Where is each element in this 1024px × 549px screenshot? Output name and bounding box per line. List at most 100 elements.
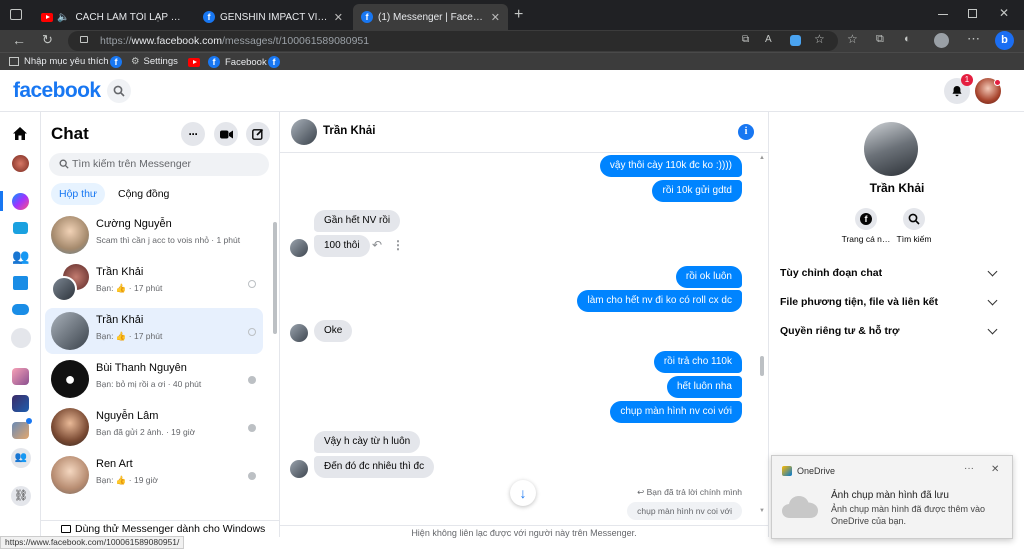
status-bar-url: https://www.facebook.com/100061589080951… <box>0 536 185 549</box>
bing-icon[interactable]: b <box>995 31 1014 50</box>
search-in-conversation-action[interactable]: Tìm kiếm <box>889 208 939 244</box>
close-icon[interactable]: ✕ <box>991 464 999 475</box>
new-tab-button[interactable]: + <box>514 6 523 24</box>
shortcut-3-icon[interactable] <box>12 422 29 439</box>
window-menu-icon[interactable] <box>10 9 22 20</box>
thread-scrollbar[interactable] <box>760 356 764 376</box>
onedrive-notification[interactable]: OneDrive ··· ✕ Ảnh chụp màn hình đã lưu … <box>771 455 1013 539</box>
chevron-down-icon[interactable] <box>987 266 998 277</box>
info-icon[interactable]: i <box>738 124 754 140</box>
message-bubble-incoming[interactable]: Đến đó đc nhiêu thì đc <box>314 456 435 478</box>
section-privacy-support[interactable]: Quyền riêng tư & hỗ trợ <box>780 325 900 337</box>
groups-icon[interactable]: 👥 <box>11 448 31 468</box>
messenger-icon[interactable] <box>12 193 29 210</box>
gaming-icon[interactable] <box>12 304 29 315</box>
conversation-item[interactable]: Ren Art Bạn: 👍 · 19 giờ <box>45 452 263 498</box>
collections-icon[interactable]: ⧉ <box>876 33 884 46</box>
address-bar[interactable]: https://www.facebook.com/messages/t/1000… <box>68 31 838 51</box>
scroll-to-bottom-button[interactable]: ↓ <box>510 480 536 506</box>
profile-avatar-icon[interactable] <box>934 33 949 48</box>
shortcut-3-dot <box>26 418 32 424</box>
messenger-windows-promo[interactable]: Dùng thử Messenger dành cho Windows <box>41 520 279 537</box>
menu-grid-icon[interactable] <box>11 328 31 348</box>
conversation-item-selected[interactable]: Trần Khải Bạn: 👍 · 17 phút <box>45 308 263 354</box>
conversation-item[interactable]: ● Bùi Thanh Nguyên Bạn: bỏ mị rồi a ơi ·… <box>45 356 263 402</box>
conversation-name: Nguyễn Lâm <box>96 410 159 422</box>
reply-quote-bubble[interactable]: chụp màn hình nv coi với <box>627 502 742 520</box>
message-bubble-incoming[interactable]: Oke <box>314 320 353 342</box>
section-media-files[interactable]: File phương tiện, file và liên kết <box>780 296 938 308</box>
chat-options-button[interactable]: ··· <box>181 122 205 146</box>
speaker-muted-icon[interactable]: 🔈 <box>57 12 69 23</box>
more-vertical-icon[interactable]: ⋮ <box>392 238 404 252</box>
extension-icon[interactable] <box>790 35 801 46</box>
conversation-preview: Bạn đã gửi 2 ảnh. · 19 giờ <box>96 427 196 437</box>
tab-community[interactable]: Cộng đồng <box>111 183 176 205</box>
watch-icon[interactable] <box>13 222 28 234</box>
shortcut-1-icon[interactable] <box>12 368 29 385</box>
import-icon <box>9 57 19 66</box>
message-bubble-outgoing[interactable]: vậy thôi cày 110k đc ko :)))) <box>599 155 742 177</box>
profile-picture[interactable] <box>864 122 918 176</box>
messenger-search-input[interactable]: Tìm kiếm trên Messenger <box>49 153 269 176</box>
conversation-preview: Scam thì cần j acc to vois nhỏ · 1 phút <box>96 235 241 245</box>
extensions-icon[interactable]: ◐ <box>904 33 911 45</box>
tab-genshin[interactable]: f GENSHIN IMPACT VIỆT NAM TRA… ✕ <box>195 4 351 30</box>
chevron-down-icon[interactable] <box>987 324 998 335</box>
shortcut-2-icon[interactable] <box>12 395 29 412</box>
message-bubble-outgoing[interactable]: rồi 10k gửi gdtd <box>652 180 742 202</box>
message-bubble-incoming[interactable]: Vậy h cày từ h luôn <box>314 431 421 453</box>
conversation-item[interactable]: Nguyễn Lâm Bạn đã gửi 2 ảnh. · 19 giờ <box>45 404 263 450</box>
marketplace-icon[interactable] <box>13 276 28 290</box>
favorites-icon[interactable]: ☆ <box>847 32 858 46</box>
home-icon[interactable] <box>12 126 28 141</box>
link-icon[interactable]: ⛓ <box>11 486 31 506</box>
reload-icon[interactable]: ↻ <box>42 32 53 48</box>
bookmark-facebook-1[interactable]: f <box>110 56 127 68</box>
message-bubble-outgoing[interactable]: hết luôn nha <box>666 376 742 398</box>
conversation-item[interactable]: Trần Khải Bạn: 👍 · 17 phút <box>45 260 263 306</box>
facebook-icon: f <box>208 56 220 68</box>
message-bubble-outgoing[interactable]: rồi ok luôn <box>675 266 742 288</box>
compose-message-button[interactable] <box>246 122 270 146</box>
open-in-app-icon[interactable]: ⧉ <box>742 34 749 45</box>
bookmark-facebook-2[interactable]: f Facebook <box>208 56 267 68</box>
close-window-button[interactable]: ✕ <box>999 6 1009 20</box>
back-arrow-icon[interactable]: ← <box>12 32 26 48</box>
profile-action[interactable]: f Trang cá n… <box>841 208 891 244</box>
search-button[interactable] <box>107 79 131 103</box>
close-tab-icon[interactable]: ✕ <box>491 11 500 24</box>
bookmark-settings[interactable]: ⚙ Settings <box>131 56 178 67</box>
message-bubble-incoming[interactable]: 100 thôi <box>314 235 370 257</box>
message-bubble-outgoing[interactable]: chụp màn hình nv coi với <box>610 401 742 423</box>
bookmark-facebook-3[interactable]: f <box>268 56 285 68</box>
maximize-button[interactable] <box>968 9 977 18</box>
message-bubble-outgoing[interactable]: rồi trả cho 110k <box>653 351 742 373</box>
message-bubble-outgoing[interactable]: làm cho hết nv đi ko có roll cx dc <box>577 290 742 312</box>
scroll-up-arrow[interactable]: ▲ <box>759 155 765 161</box>
conversation-item[interactable]: Cường Nguyễn Scam thì cần j acc to vois … <box>45 212 263 258</box>
more-options-icon[interactable]: ··· <box>964 463 974 474</box>
minimize-button[interactable] <box>938 14 948 15</box>
message-bubble-incoming[interactable]: Gần hết NV rồi <box>314 210 401 232</box>
section-customize-chat[interactable]: Tùy chỉnh đoạn chat <box>780 267 882 279</box>
scroll-down-arrow[interactable]: ▼ <box>759 508 765 514</box>
chat-list-scrollbar[interactable] <box>273 222 277 334</box>
contact-name[interactable]: Trần Khải <box>323 125 375 137</box>
friends-icon[interactable]: 👥 <box>12 249 29 263</box>
reply-arrow-icon[interactable]: ↶ <box>372 238 382 252</box>
read-aloud-icon[interactable]: A <box>765 34 772 45</box>
chevron-down-icon[interactable] <box>987 295 998 306</box>
new-video-call-button[interactable] <box>214 122 238 146</box>
bookmark-import[interactable]: Nhập mục yêu thích <box>9 56 109 67</box>
favorite-star-icon[interactable]: ☆ <box>814 32 825 46</box>
tab-inbox[interactable]: Hộp thư <box>51 183 105 205</box>
facebook-logo[interactable]: facebook <box>13 79 101 103</box>
bookmark-youtube[interactable] <box>188 58 204 67</box>
close-tab-icon[interactable]: ✕ <box>334 11 343 24</box>
tab-youtube[interactable]: 🔈 CÁCH LÀM TÔI LẠP BÁT - M… <box>33 4 193 30</box>
more-menu-icon[interactable]: ⋯ <box>967 31 980 47</box>
contact-avatar[interactable] <box>291 119 317 145</box>
profile-avatar[interactable] <box>12 155 29 172</box>
tab-messenger[interactable]: f (1) Messenger | Facebook ✕ <box>353 4 508 30</box>
